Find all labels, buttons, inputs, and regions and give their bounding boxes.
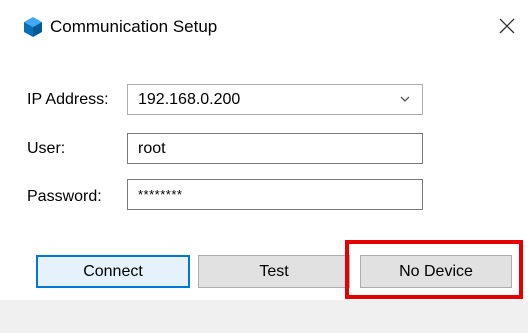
ip-address-value: 192.168.0.200 xyxy=(138,90,241,108)
user-input[interactable]: root xyxy=(127,133,423,164)
communication-setup-dialog: Communication Setup IP Address: 192.168.… xyxy=(0,0,528,333)
app-cube-icon xyxy=(24,17,42,37)
user-label: User: xyxy=(27,140,66,157)
no-device-button-label: No Device xyxy=(399,262,473,280)
ip-address-dropdown[interactable]: 192.168.0.200 xyxy=(127,84,423,115)
close-icon xyxy=(499,18,515,34)
chevron-down-icon xyxy=(400,96,410,102)
title-bar: Communication Setup xyxy=(0,0,528,56)
close-button[interactable] xyxy=(492,11,522,41)
ip-address-label: IP Address: xyxy=(27,91,109,108)
user-value: root xyxy=(138,139,166,157)
connect-button[interactable]: Connect xyxy=(36,255,190,288)
password-label: Password: xyxy=(27,188,102,205)
test-button-label: Test xyxy=(259,262,289,280)
connect-button-label: Connect xyxy=(83,262,143,280)
no-device-button[interactable]: No Device xyxy=(360,255,512,288)
password-input[interactable]: ******** xyxy=(127,179,423,210)
test-button[interactable]: Test xyxy=(198,255,350,288)
dialog-footer xyxy=(0,300,528,333)
password-value: ******** xyxy=(138,187,183,202)
window-title: Communication Setup xyxy=(50,17,218,36)
